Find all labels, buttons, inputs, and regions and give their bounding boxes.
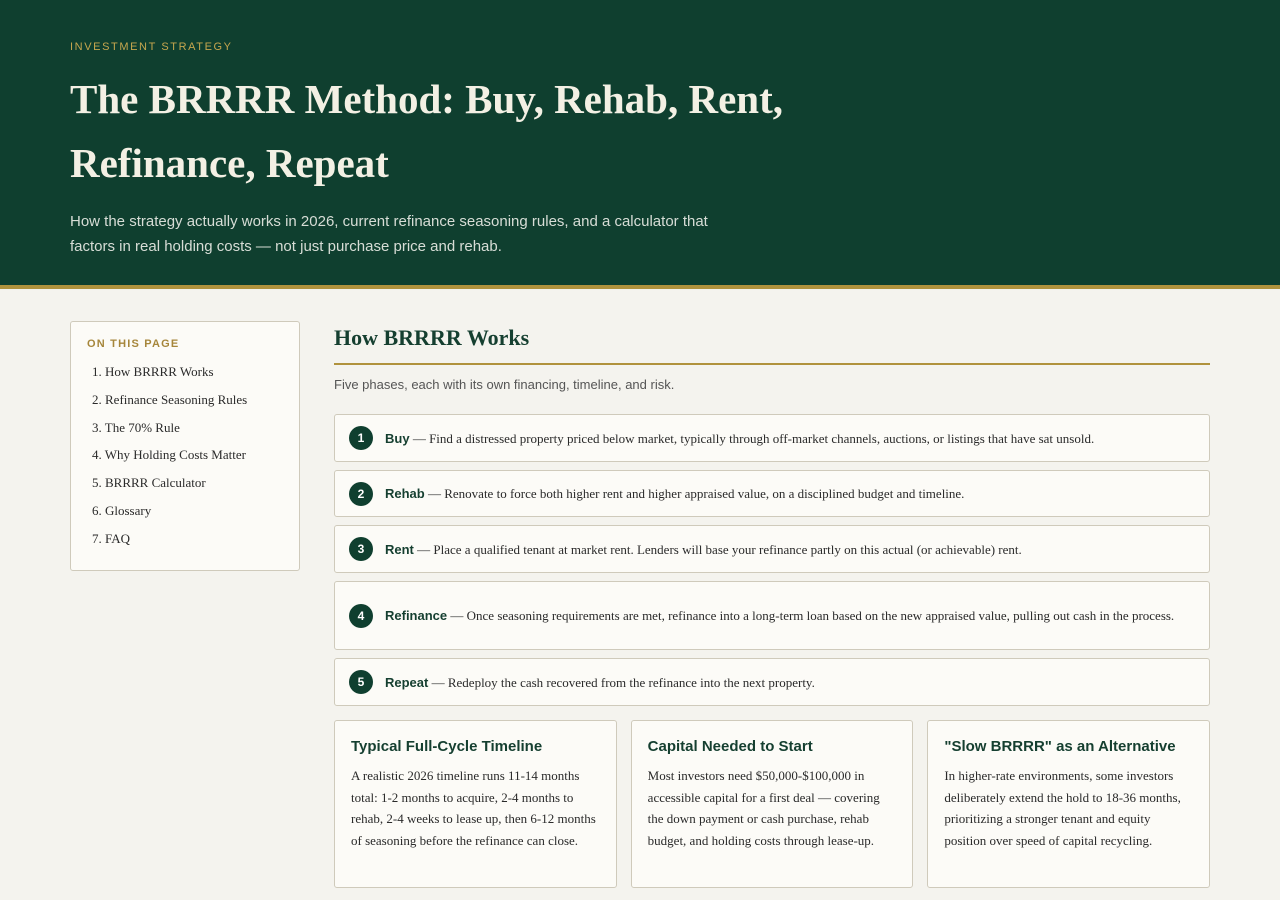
section-title: How BRRRR Works: [334, 325, 1210, 365]
main-content: How BRRRR Works Five phases, each with i…: [334, 321, 1211, 888]
toc-link-faq[interactable]: 7. FAQ: [87, 525, 283, 553]
step-number-badge: 4: [349, 603, 373, 628]
hero-banner: INVESTMENT STRATEGY The BRRRR Method: Bu…: [0, 0, 1280, 289]
step-number-badge: 5: [349, 670, 373, 694]
step-text: — Redeploy the cash recovered from the r…: [428, 674, 815, 690]
toc-link-brrrr-calculator[interactable]: 5. BRRRR Calculator: [87, 469, 283, 497]
step-description: Repeat — Redeploy the cash recovered fro…: [385, 672, 815, 693]
toc-link-refinance-seasoning-rules[interactable]: 2. Refinance Seasoning Rules: [87, 386, 283, 414]
step-term: Rent: [385, 541, 414, 557]
toc-link-glossary[interactable]: 6. Glossary: [87, 497, 283, 525]
card-text: Most investors need $50,000-$100,000 in …: [647, 768, 880, 848]
step-number-badge: 3: [349, 537, 373, 561]
step-rent: 3 Rent — Place a qualified tenant at mar…: [334, 525, 1210, 573]
step-term: Buy: [385, 430, 410, 446]
step-term: Refinance: [385, 608, 448, 623]
step-number-badge: 2: [349, 481, 373, 506]
card-text: In higher-rate environments, some invest…: [944, 768, 1181, 848]
step-repeat: 5 Repeat — Redeploy the cash recovered f…: [334, 658, 1210, 706]
toc-list: 1. How BRRRR Works 2. Refinance Seasonin…: [87, 358, 283, 553]
step-number-badge: 1: [349, 426, 373, 450]
step-description: Buy — Find a distressed property priced …: [385, 428, 1094, 449]
step-text: — Place a qualified tenant at market ren…: [413, 541, 1022, 557]
step-rehab: 2 Rehab — Renovate to force both higher …: [334, 470, 1210, 517]
card-title: Typical Full-Cycle Timeline: [351, 738, 543, 755]
toc-link-holding-costs[interactable]: 4. Why Holding Costs Matter: [87, 441, 283, 469]
toc-link-how-brrrr-works[interactable]: 1. How BRRRR Works: [87, 358, 283, 386]
card-title: "Slow BRRRR" as an Alternative: [944, 738, 1176, 755]
step-text: — Once seasoning requirements are met, r…: [447, 608, 1175, 623]
step-description: Rent — Place a qualified tenant at marke…: [385, 539, 1022, 560]
step-buy: 1 Buy — Find a distressed property price…: [334, 414, 1210, 462]
step-term: Rehab: [385, 486, 425, 501]
step-text: — Find a distressed property priced belo…: [409, 430, 1095, 446]
step-text: — Renovate to force both higher rent and…: [424, 486, 965, 501]
step-term: Repeat: [385, 674, 429, 690]
toc-title: ON THIS PAGE: [87, 338, 180, 350]
card-text: A realistic 2026 timeline runs 11-14 mon…: [351, 768, 596, 848]
section-lead: Five phases, each with its own financing…: [334, 377, 675, 392]
step-description: Refinance — Once seasoning requirements …: [385, 605, 1174, 626]
info-card-slow-brrrr: "Slow BRRRR" as an Alternative In higher…: [927, 720, 1211, 888]
step-description: Rehab — Renovate to force both higher re…: [385, 483, 964, 504]
page-title: The BRRRR Method: Buy, Rehab, Rent, Refi…: [70, 76, 783, 186]
table-of-contents: ON THIS PAGE 1. How BRRRR Works 2. Refin…: [70, 321, 300, 571]
toc-link-70-percent-rule[interactable]: 3. The 70% Rule: [87, 414, 283, 442]
info-card-timeline: Typical Full-Cycle Timeline A realistic …: [334, 720, 617, 888]
hero-subtitle: How the strategy actually works in 2026,…: [70, 213, 708, 255]
card-title: Capital Needed to Start: [647, 738, 813, 755]
step-refinance: 4 Refinance — Once seasoning requirement…: [334, 581, 1210, 650]
hero-eyebrow: INVESTMENT STRATEGY: [70, 41, 233, 53]
info-card-capital: Capital Needed to Start Most investors n…: [630, 720, 914, 888]
info-cards: Typical Full-Cycle Timeline A realistic …: [334, 720, 1211, 888]
